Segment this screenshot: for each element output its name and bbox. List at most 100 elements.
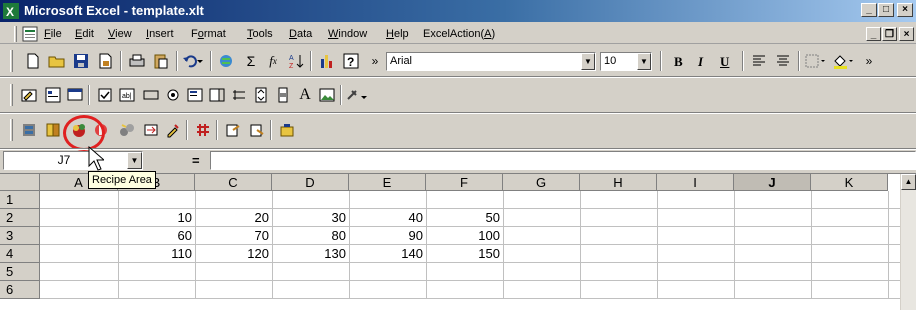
permission-icon[interactable] [94, 51, 116, 71]
formula-input[interactable] [210, 151, 916, 170]
textbox-control-icon[interactable]: ab| [116, 85, 138, 105]
cell-c4[interactable]: 120 [195, 245, 272, 262]
insert-hyperlink-icon[interactable] [216, 51, 238, 71]
label-control-icon[interactable]: A [294, 85, 316, 105]
maximize-button[interactable]: □ [878, 3, 894, 17]
toolbar-overflow-chevron-icon[interactable]: » [364, 51, 386, 71]
cell-f3[interactable]: 100 [426, 227, 503, 244]
toolbar-overflow-chevron-icon[interactable]: » [858, 51, 880, 71]
column-header-f[interactable]: F [426, 174, 503, 191]
row-header-6[interactable]: 6 [0, 281, 40, 299]
menu-format[interactable]: Format [191, 28, 226, 40]
cell-d3[interactable]: 80 [272, 227, 349, 244]
menu-tools[interactable]: Tools [247, 28, 273, 40]
scrollbar-control-icon[interactable] [272, 85, 294, 105]
title-bar[interactable]: X Microsoft Excel - template.xlt _ □ × [0, 0, 916, 22]
close-button[interactable]: × [897, 3, 913, 17]
bold-button[interactable]: B [674, 54, 683, 70]
doc-restore-button[interactable]: ❐ [882, 27, 897, 41]
fill-color-icon[interactable] [832, 51, 854, 71]
cell-d2[interactable]: 30 [272, 209, 349, 226]
font-name-combo[interactable]: Arial ▼ [386, 52, 596, 71]
combobox-control-icon[interactable] [206, 85, 228, 105]
new-document-icon[interactable] [22, 51, 44, 71]
row-header-5[interactable]: 5 [0, 263, 40, 281]
paste-icon[interactable] [150, 51, 172, 71]
row-header-2[interactable]: 2 [0, 209, 40, 227]
column-header-d[interactable]: D [272, 174, 349, 191]
menu-insert[interactable]: Insert [146, 28, 174, 40]
column-header-j[interactable]: J [734, 174, 811, 191]
cell-c2[interactable]: 20 [195, 209, 272, 226]
align-center-icon[interactable] [772, 51, 794, 71]
device-settings-icon[interactable] [276, 120, 298, 140]
select-all-button[interactable] [0, 174, 40, 191]
paste-function-icon[interactable]: fx [262, 51, 284, 71]
sort-ascending-icon[interactable]: AZ [285, 51, 307, 71]
print-icon[interactable] [126, 51, 148, 71]
column-header-c[interactable]: C [195, 174, 272, 191]
plant-database-icon[interactable] [18, 120, 40, 140]
minimize-button[interactable]: _ [861, 3, 877, 17]
chart-wizard-icon[interactable] [316, 51, 338, 71]
menu-view[interactable]: View [108, 28, 132, 40]
spinner-control-icon[interactable] [250, 85, 272, 105]
more-controls-icon[interactable] [346, 85, 368, 105]
open-folder-icon[interactable] [46, 51, 68, 71]
recipe-transfer-icon[interactable] [140, 120, 162, 140]
column-header-k[interactable]: K [811, 174, 888, 191]
cell-b2[interactable]: 10 [118, 209, 195, 226]
menu-file[interactable]: File [44, 28, 62, 40]
italic-button[interactable]: I [698, 54, 703, 70]
menu-help[interactable]: Help [386, 28, 409, 40]
column-header-g[interactable]: G [503, 174, 580, 191]
column-header-e[interactable]: E [349, 174, 426, 191]
row-header-4[interactable]: 4 [0, 245, 40, 263]
underline-button[interactable]: U [720, 54, 729, 70]
doc-close-button[interactable]: × [899, 27, 914, 41]
cell-f2[interactable]: 50 [426, 209, 503, 226]
form-properties-icon[interactable] [42, 85, 64, 105]
form-design-icon[interactable] [18, 85, 40, 105]
cell-b3[interactable]: 60 [118, 227, 195, 244]
row-header-1[interactable]: 1 [0, 191, 40, 209]
autosum-icon[interactable]: Σ [240, 51, 262, 71]
book-open-icon[interactable] [42, 120, 64, 140]
toolbar-grip[interactable] [10, 50, 13, 72]
row-header-3[interactable]: 3 [0, 227, 40, 245]
toolbar-grip[interactable] [10, 84, 13, 106]
cell-d4[interactable]: 130 [272, 245, 349, 262]
grid-settings-icon[interactable] [192, 120, 214, 140]
cell-f4[interactable]: 150 [426, 245, 503, 262]
cell-c3[interactable]: 70 [195, 227, 272, 244]
column-header-h[interactable]: H [580, 174, 657, 191]
image-control-icon[interactable] [316, 85, 338, 105]
import-document-icon[interactable] [246, 120, 268, 140]
worksheet-grid[interactable]: A B C D E F G H I J K 1 2 3 4 5 6 10 20 … [0, 173, 916, 310]
export-document-icon[interactable] [222, 120, 244, 140]
scroll-up-icon[interactable]: ▲ [901, 174, 916, 190]
button-control-icon[interactable] [140, 85, 162, 105]
menu-edit[interactable]: Edit [75, 28, 94, 40]
checkbox-control-icon[interactable] [94, 85, 116, 105]
help-icon[interactable]: ? [340, 51, 362, 71]
option-button-control-icon[interactable] [162, 85, 184, 105]
column-header-i[interactable]: I [657, 174, 734, 191]
chevron-down-icon[interactable]: ▼ [637, 53, 651, 70]
vertical-scrollbar[interactable]: ▲ [900, 174, 916, 310]
chevron-down-icon[interactable]: ▼ [127, 152, 142, 169]
recipe-copy-icon[interactable] [116, 120, 138, 140]
workbook-icon[interactable] [22, 26, 38, 42]
cell-e2[interactable]: 40 [349, 209, 426, 226]
doc-minimize-button[interactable]: _ [866, 27, 881, 41]
save-disk-icon[interactable] [70, 51, 92, 71]
align-left-icon[interactable] [748, 51, 770, 71]
menu-data[interactable]: Data [289, 28, 312, 40]
menu-excelaction[interactable]: ExcelAction(A) [423, 28, 495, 40]
menu-window[interactable]: Window [328, 28, 367, 40]
chevron-down-icon[interactable]: ▼ [581, 53, 595, 70]
toggle-button-control-icon[interactable] [228, 85, 250, 105]
formula-equals-icon[interactable]: = [192, 153, 200, 168]
font-size-combo[interactable]: 10 ▼ [600, 52, 652, 71]
toolbar-grip[interactable] [10, 119, 13, 141]
